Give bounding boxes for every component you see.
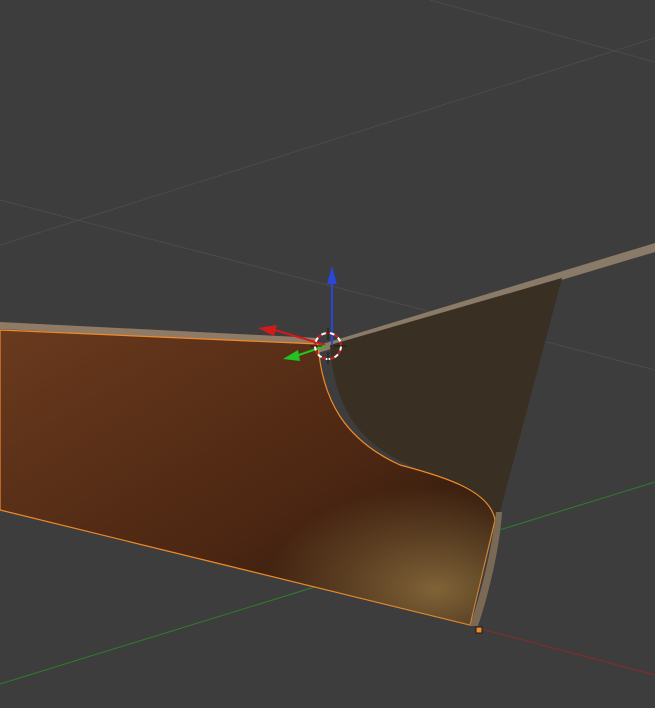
selected-vertex[interactable] — [475, 626, 483, 634]
3d-viewport[interactable] — [0, 0, 655, 708]
